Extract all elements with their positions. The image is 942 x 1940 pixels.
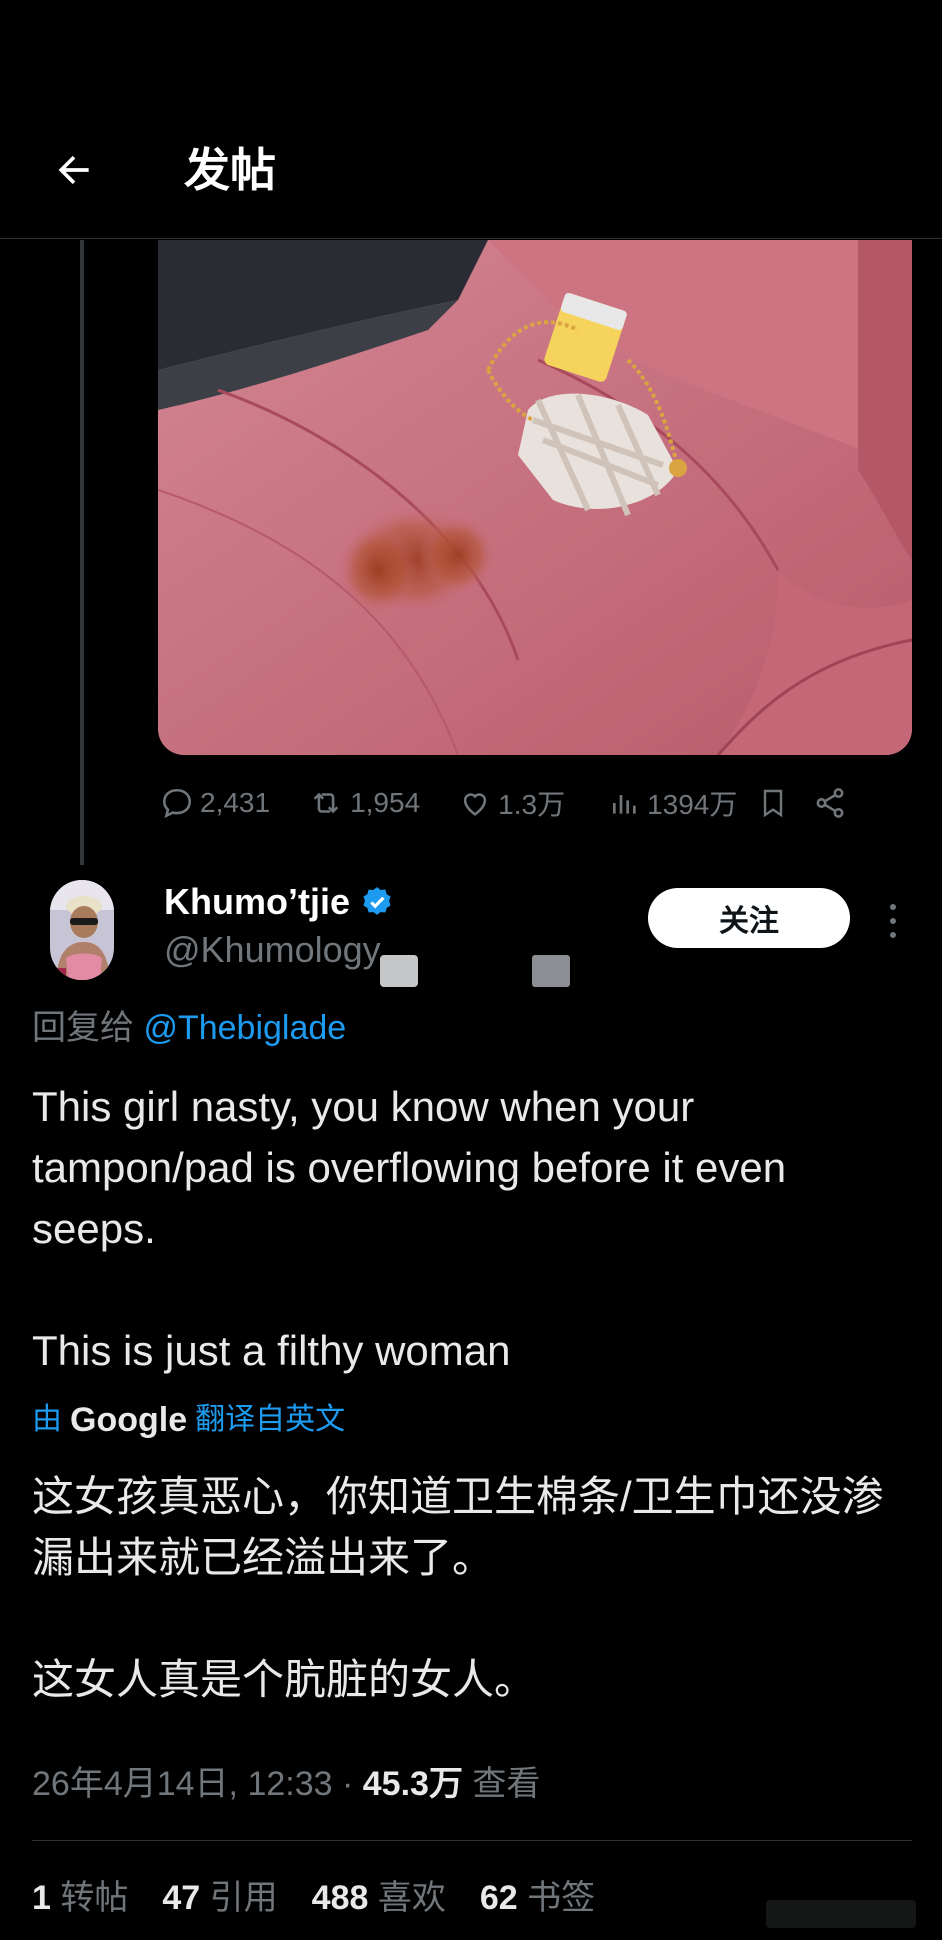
view-count: 45.3万 (362, 1765, 463, 1803)
views-button[interactable]: 1394万 (609, 783, 737, 823)
quotes-stat[interactable]: 47 引用 (162, 1876, 277, 1920)
car-seat-photo (158, 240, 912, 755)
share-icon (816, 788, 844, 818)
translate-prefix: 由 (32, 1403, 62, 1436)
display-name-text: Khumo’tjie (164, 881, 350, 922)
bookmarks-stat[interactable]: 62 书签 (480, 1876, 595, 1920)
bar-chart-icon (613, 795, 636, 814)
profile-photo (50, 880, 114, 980)
user-handle[interactable]: @Khumology (164, 928, 381, 972)
reply-button[interactable]: 2,431 (160, 786, 270, 820)
translation-attribution[interactable]: 由 Google 翻译自英文 (32, 1398, 345, 1442)
bookmark-icon (764, 789, 783, 818)
display-name[interactable]: Khumo’tjie (164, 880, 394, 924)
page-title: 发帖 (184, 144, 276, 196)
back-button[interactable] (44, 140, 104, 200)
follow-button[interactable]: 关注 (648, 888, 850, 948)
likes-label: 喜欢 (377, 1879, 446, 1917)
bookmarks-count: 62 (479, 1879, 518, 1917)
translate-suffix: 翻译自英文 (195, 1403, 346, 1436)
dot-icon (890, 918, 896, 924)
post-meta: 26年4月14日, 12:33 · 45.3万 查看 (32, 1762, 540, 1806)
post-text: This girl nasty, you know when your tamp… (32, 1076, 912, 1381)
meta-separator: · (341, 1765, 354, 1803)
reposts-label: 转帖 (60, 1879, 129, 1917)
like-button[interactable]: 1.3万 (458, 783, 565, 823)
arrow-left-icon (58, 155, 89, 185)
reply-prefix: 回复给 (32, 1009, 134, 1047)
post-action-bar: 2,431 1,954 1.3万 1394万 (160, 778, 900, 828)
post-image[interactable] (158, 240, 912, 755)
reposts-stat[interactable]: 1 转帖 (32, 1876, 128, 1920)
reply-context: 回复给 @Thebiglade (32, 1006, 346, 1050)
quotes-label: 引用 (209, 1879, 278, 1917)
avatar[interactable] (50, 880, 114, 980)
engagement-bar: 1 转帖 47 引用 488 喜欢 62 书签 (32, 1876, 595, 1920)
dot-icon (890, 904, 896, 910)
more-options-button[interactable] (878, 896, 908, 946)
views-count: 1394万 (647, 789, 738, 820)
translated-line: 这女人真是个肮脏的女人。 (32, 1656, 537, 1703)
google-logo: Google (70, 1401, 188, 1439)
share-button[interactable] (813, 786, 847, 820)
post-text-line: This girl nasty, you know when your tamp… (32, 1083, 787, 1252)
repost-icon (313, 792, 339, 814)
watermark (766, 1900, 916, 1928)
post-text-line: This is just a filthy woman (32, 1327, 511, 1374)
repost-button[interactable]: 1,954 (308, 786, 420, 820)
likes-stat[interactable]: 488 喜欢 (312, 1876, 446, 1920)
heart-icon (463, 793, 487, 816)
repost-count: 1,954 (350, 787, 421, 818)
verified-badge-icon (363, 887, 391, 915)
divider (32, 1840, 912, 1841)
dot-icon (890, 932, 896, 938)
bookmarks-label: 书签 (527, 1879, 596, 1917)
like-count: 1.3万 (498, 789, 566, 820)
reposts-count: 1 (32, 1879, 51, 1917)
translated-line: 这女孩真恶心，你知道卫生棉条/卫生巾还没渗漏出来就已经溢出来了。 (32, 1473, 884, 1581)
translated-text: 这女孩真恶心，你知道卫生棉条/卫生巾还没渗漏出来就已经溢出来了。 这女人真是个肮… (32, 1466, 912, 1710)
timestamp-link[interactable]: 26年4月14日, 12:33 (32, 1765, 333, 1803)
likes-count: 488 (311, 1879, 369, 1917)
reply-to-link[interactable]: @Thebiglade (143, 1009, 346, 1047)
comment-icon (162, 788, 192, 819)
quotes-count: 47 (162, 1879, 201, 1917)
sticker-overlay (532, 955, 570, 987)
sticker-overlay (380, 955, 418, 987)
reply-count: 2,431 (200, 787, 271, 818)
top-bar: 发帖 (0, 0, 942, 239)
view-label: 查看 (472, 1765, 541, 1803)
thread-connector (80, 240, 84, 865)
bookmark-button[interactable] (757, 786, 789, 820)
